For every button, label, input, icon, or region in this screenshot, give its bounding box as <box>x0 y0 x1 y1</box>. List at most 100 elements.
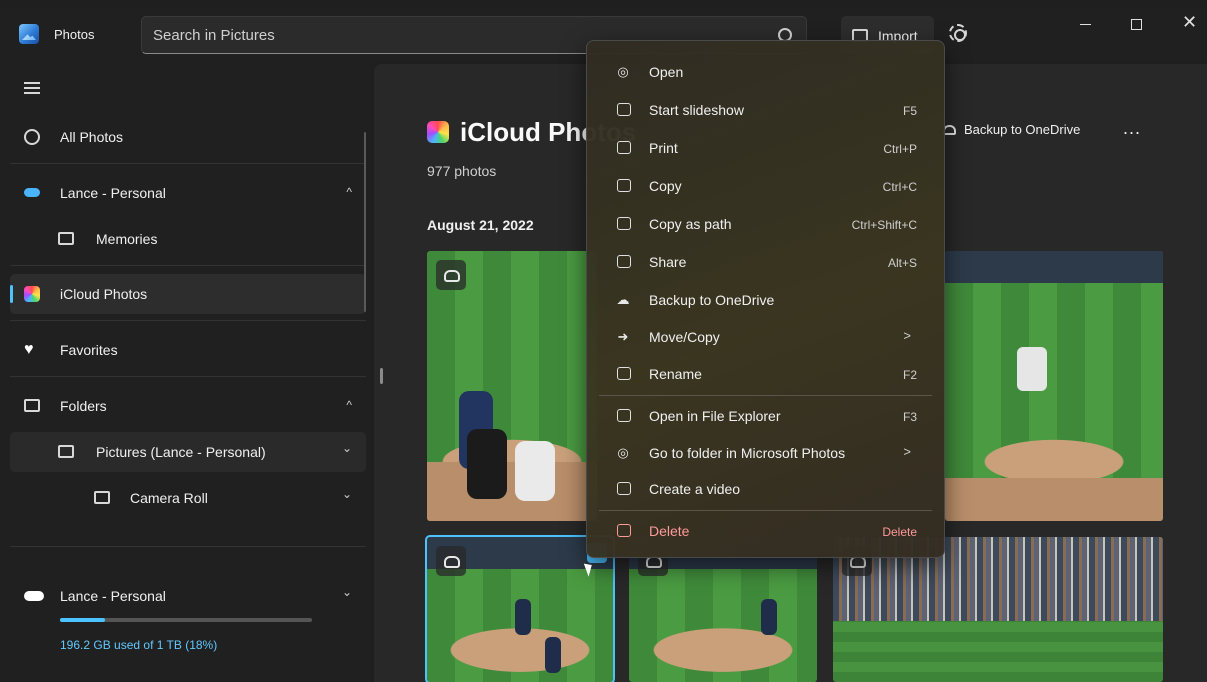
storage-usage-text: 196.2 GB used of 1 TB (18%) <box>60 638 218 652</box>
onedrive-cloud-icon <box>24 188 40 197</box>
menu-item-rename[interactable]: Rename F2 <box>593 358 938 390</box>
sidebar-item-folders[interactable]: Folders ^ <box>10 386 366 426</box>
app-title: Photos <box>54 27 95 42</box>
chevron-down-icon[interactable]: ⌄ <box>342 487 352 501</box>
file-explorer-icon <box>617 409 631 422</box>
sidebar-item-onedrive-account[interactable]: Lance - Personal ^ <box>10 173 366 213</box>
menu-item-start-slideshow[interactable]: Start slideshow F5 <box>593 94 938 126</box>
memories-icon <box>58 232 74 245</box>
menu-item-label: Open in File Explorer <box>649 408 781 424</box>
menu-item-backup-to-onedrive[interactable]: ☁ Backup to OneDrive <box>593 284 938 316</box>
sidebar-item-memories[interactable]: Memories <box>10 219 366 259</box>
menu-item-open-in-file-explorer[interactable]: Open in File Explorer F3 <box>593 400 938 432</box>
icloud-photos-icon <box>24 286 40 302</box>
photo-pitcher <box>1017 347 1047 391</box>
storage-usage-fill <box>60 618 106 622</box>
sidebar-label: All Photos <box>60 129 124 145</box>
chevron-up-icon[interactable]: ^ <box>346 185 352 199</box>
menu-item-shortcut: F5 <box>902 104 917 118</box>
photo-thumbnail[interactable] <box>427 251 597 521</box>
menu-item-open[interactable]: ◎ Open <box>593 56 938 88</box>
photo-player <box>545 637 561 673</box>
folder-icon <box>24 399 40 412</box>
sidebar-label: Lance - Personal <box>60 185 166 201</box>
sidebar-item-icloud-photos[interactable]: iCloud Photos <box>10 274 366 314</box>
all-photos-icon <box>24 129 40 145</box>
menu-item-label: Rename <box>649 366 702 382</box>
menu-item-label: Go to folder in Microsoft Photos <box>649 445 846 461</box>
photos-app-icon <box>19 24 39 44</box>
settings-gear-icon[interactable] <box>949 24 967 42</box>
more-options-button[interactable]: ... <box>1123 118 1141 139</box>
sidebar-label: iCloud Photos <box>60 286 148 302</box>
backup-to-onedrive-button[interactable]: Backup to OneDrive <box>943 122 1080 137</box>
photo-thumbnail-selected[interactable] <box>425 535 615 682</box>
video-icon <box>617 482 631 495</box>
share-icon <box>617 255 631 268</box>
divider <box>10 546 366 547</box>
menu-item-shortcut: Alt+S <box>887 256 917 270</box>
menu-item-copy-as-path[interactable]: Copy as path Ctrl+Shift+C <box>593 208 938 240</box>
menu-item-shortcut: Ctrl+Shift+C <box>851 218 917 232</box>
sidebar-item-camera-roll[interactable]: Camera Roll ⌄ <box>10 478 366 518</box>
menu-item-label: Delete <box>649 523 690 539</box>
menu-item-create-video[interactable]: Create a video <box>593 473 938 505</box>
menu-item-shortcut: F2 <box>902 368 917 382</box>
close-button[interactable]: ✕ <box>1182 12 1197 32</box>
photo-umpire <box>467 429 507 499</box>
sidebar-item-all-photos[interactable]: All Photos <box>10 117 366 157</box>
menu-item-move-copy[interactable]: ➜ Move/Copy > <box>593 321 938 353</box>
menu-separator <box>599 510 932 511</box>
context-menu: ◎ Open Start slideshow F5 Print Ctrl+P C… <box>586 40 945 558</box>
minimize-button[interactable] <box>1080 24 1091 25</box>
menu-item-go-to-folder[interactable]: ◎ Go to folder in Microsoft Photos > <box>593 437 938 469</box>
trash-icon <box>617 524 631 537</box>
cloud-status-icon <box>436 546 466 576</box>
divider <box>10 163 366 164</box>
menu-separator <box>599 395 932 396</box>
eye-icon: ◎ <box>617 445 629 460</box>
chevron-down-icon[interactable]: ⌄ <box>342 441 352 455</box>
photo-thumbnail[interactable] <box>833 537 1163 682</box>
slideshow-icon <box>617 103 631 116</box>
divider <box>10 376 366 377</box>
sidebar-label: Camera Roll <box>130 490 208 506</box>
menu-item-shortcut: F3 <box>902 410 917 424</box>
sidebar-item-footer-account[interactable]: Lance - Personal ⌄ <box>10 576 366 616</box>
divider <box>10 320 366 321</box>
printer-icon <box>617 141 631 154</box>
photo-thumbnail[interactable] <box>629 537 817 682</box>
sidebar-item-favorites[interactable]: ♥ Favorites <box>10 330 366 370</box>
active-indicator <box>10 285 13 303</box>
icloud-photos-title-icon <box>427 121 449 143</box>
menu-item-copy[interactable]: Copy Ctrl+C <box>593 170 938 202</box>
rename-icon <box>617 367 631 380</box>
menu-item-delete[interactable]: Delete Delete <box>593 515 938 547</box>
hamburger-menu-icon[interactable] <box>24 82 40 94</box>
sidebar-label: Favorites <box>60 342 118 358</box>
sidebar: All Photos Lance - Personal ^ Memories i… <box>0 60 372 682</box>
menu-item-print[interactable]: Print Ctrl+P <box>593 132 938 164</box>
chevron-up-icon[interactable]: ^ <box>346 398 352 412</box>
photo-count: 977 photos <box>427 163 497 179</box>
photo-thumbnail[interactable] <box>945 251 1163 521</box>
chevron-down-icon[interactable]: ⌄ <box>342 585 352 599</box>
sidebar-item-pictures-folder[interactable]: Pictures (Lance - Personal) ⌄ <box>10 432 366 472</box>
photo-pitcher <box>515 599 531 635</box>
storage-usage-bar <box>60 618 312 622</box>
divider <box>10 265 366 266</box>
cloud-backup-icon: ☁ <box>616 292 630 307</box>
menu-item-label: Start slideshow <box>649 102 744 118</box>
maximize-button[interactable] <box>1131 19 1142 30</box>
menu-item-label: Copy <box>649 178 682 194</box>
menu-item-label: Copy as path <box>649 216 732 232</box>
submenu-chevron-icon: > <box>903 444 911 459</box>
sidebar-label: Pictures (Lance - Personal) <box>96 444 266 460</box>
menu-item-shortcut: Ctrl+P <box>883 142 917 156</box>
menu-item-share[interactable]: Share Alt+S <box>593 246 938 278</box>
copy-path-icon <box>617 217 631 230</box>
menu-item-label: Print <box>649 140 678 156</box>
pane-splitter-handle[interactable] <box>380 368 383 384</box>
sidebar-scrollbar[interactable] <box>364 132 366 312</box>
submenu-chevron-icon: > <box>903 328 911 343</box>
